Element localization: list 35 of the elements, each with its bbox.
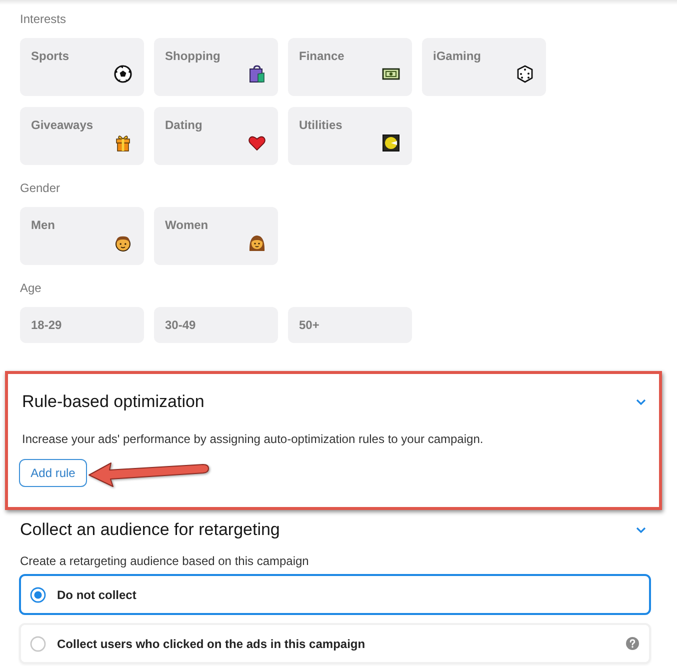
radio-button-icon[interactable] [30, 586, 46, 602]
filter-tile[interactable]: 30-49 [154, 307, 278, 343]
gift-icon [114, 134, 132, 152]
filter-tile[interactable]: Utilities [288, 107, 412, 165]
section-title: Rule-based optimization [22, 391, 204, 413]
group-label: Gender [20, 180, 62, 196]
filter-tile[interactable]: Dating [154, 107, 278, 165]
filter-tile[interactable]: Men [20, 207, 144, 265]
filter-tile[interactable]: Women [154, 207, 278, 265]
dial-icon [382, 134, 400, 152]
add-rule-button[interactable]: Add rule [19, 459, 87, 487]
heart-icon [248, 134, 266, 152]
filter-tile[interactable]: iGaming [422, 38, 546, 96]
section-description: Create a retargeting audience based on this campaign [20, 553, 310, 569]
filter-tile[interactable]: 18-29 [20, 307, 144, 343]
chevron-down-icon[interactable] [636, 399, 646, 405]
filter-tile[interactable]: Sports [20, 38, 144, 96]
radio-option[interactable]: Do not collect [19, 574, 651, 615]
shopping-bag-icon [248, 65, 266, 83]
soccer-ball-icon [114, 65, 132, 83]
radio-option[interactable]: Collect users who clicked on the ads in this campaign [19, 623, 651, 664]
man-icon [114, 234, 132, 252]
section-description: Increase your ads' performance by assigning auto-optimization rules to your campaign. [22, 431, 484, 447]
radio-button-icon[interactable] [30, 636, 46, 652]
group-label: Age [20, 280, 42, 296]
chevron-down-icon[interactable] [636, 527, 646, 533]
help-icon[interactable] [626, 637, 639, 650]
dice-icon [516, 65, 534, 83]
section-title: Collect an audience for retargeting [19, 519, 280, 541]
group-label: Interests [20, 11, 68, 27]
filter-tile[interactable]: 50+ [288, 307, 412, 343]
woman-icon [248, 234, 266, 252]
filter-tile[interactable]: Shopping [154, 38, 278, 96]
filter-tile[interactable]: Finance [288, 38, 412, 96]
filter-tile[interactable]: Giveaways [20, 107, 144, 165]
